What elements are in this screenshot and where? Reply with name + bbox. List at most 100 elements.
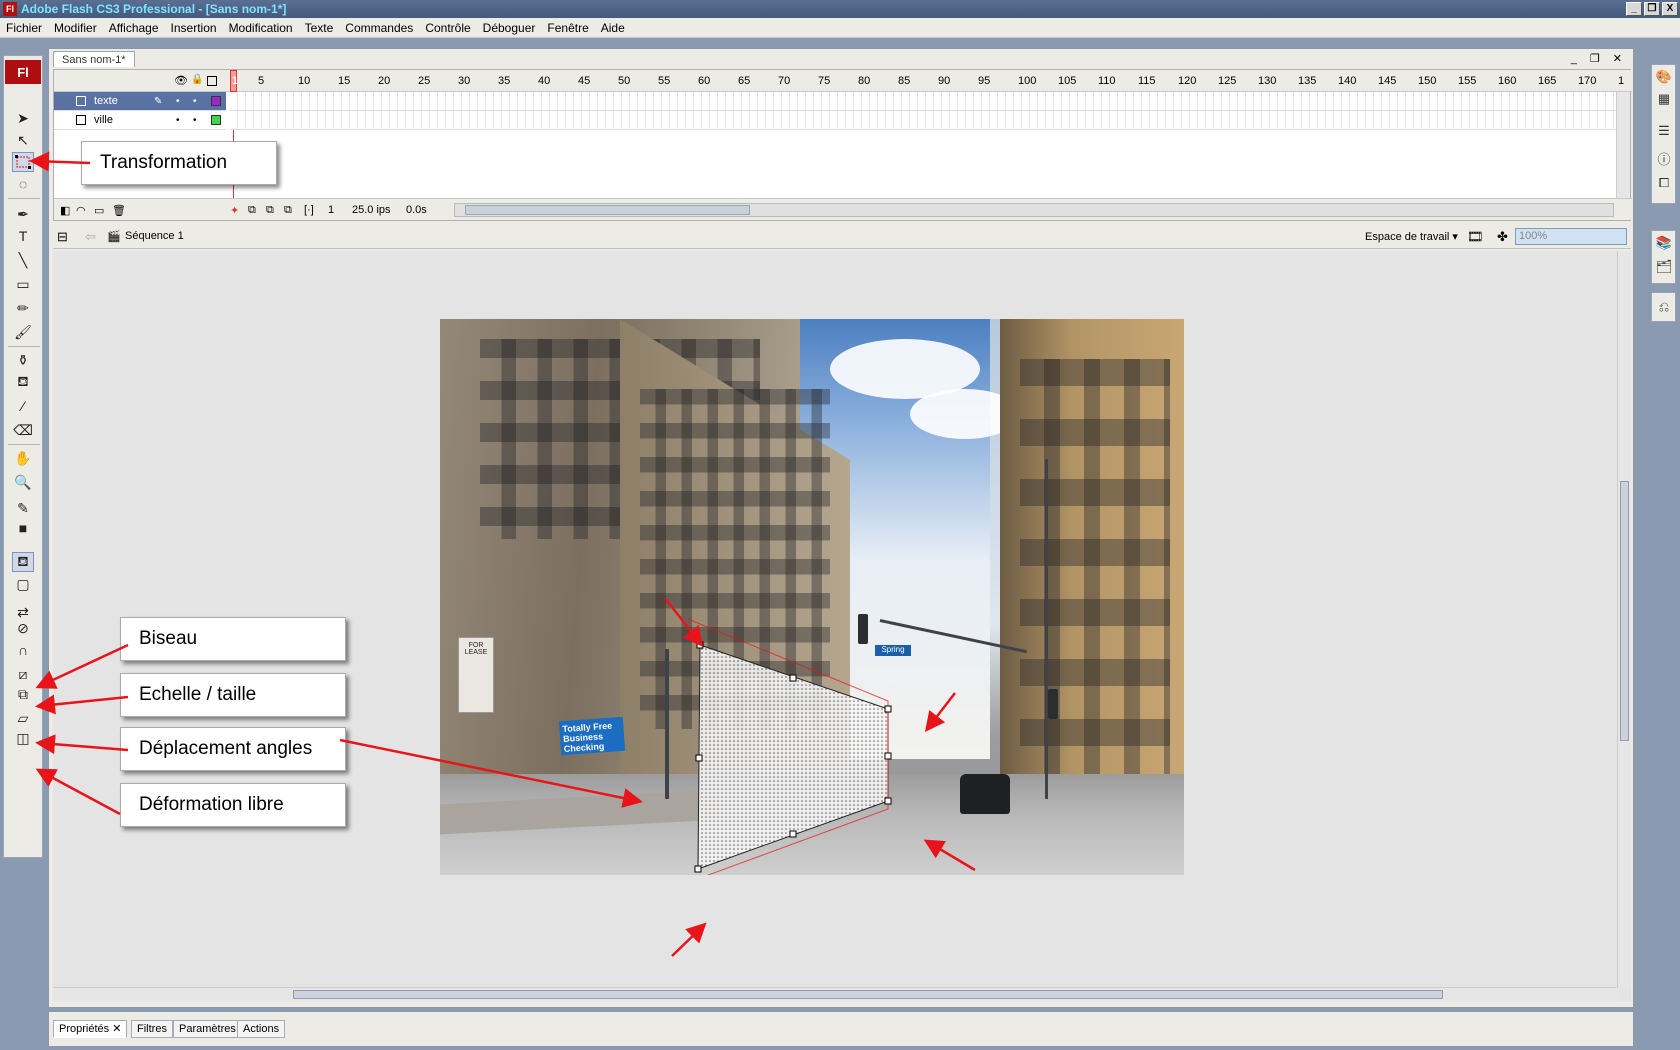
stage-vertical-scrollbar[interactable] (1617, 251, 1631, 987)
frame-tick: 155 (1458, 75, 1477, 87)
eyedropper-tool-icon[interactable]: ⁄ (12, 396, 34, 416)
tab-actions[interactable]: Actions (237, 1020, 286, 1038)
layer-ville-frames[interactable] (230, 111, 1620, 130)
movie-explorer-icon[interactable]: ⎌ (1655, 299, 1673, 315)
fill-swatch-icon[interactable]: ▢ (12, 574, 34, 594)
common-libraries-icon[interactable]: 🗂 (1655, 259, 1673, 275)
distort-icon[interactable]: ▱ (12, 708, 34, 728)
frame-tick: 110 (1098, 75, 1116, 87)
menu-fichier[interactable]: Fichier (0, 21, 48, 35)
menu-insertion[interactable]: Insertion (165, 21, 223, 35)
scene-label[interactable]: Séquence 1 (125, 230, 184, 242)
layer-texte[interactable]: texte ✎ • • (54, 92, 226, 111)
scroll-thumb[interactable] (465, 205, 750, 215)
lock-dot[interactable]: • (193, 96, 197, 107)
bucket-modifier-icon[interactable]: ⛾ (12, 552, 34, 572)
visibility-dot[interactable]: • (176, 115, 180, 126)
edit-scene-icon[interactable]: 🎞 (1467, 229, 1484, 245)
pen-tool-icon[interactable]: ✒ (12, 204, 34, 224)
tab-proprietes[interactable]: Propriétés ✕ (53, 1020, 128, 1038)
no-color-icon[interactable]: ⊘ (12, 618, 34, 638)
frame-rate[interactable]: 25.0 ips (352, 204, 391, 216)
stage-horizontal-scrollbar[interactable] (53, 987, 1617, 1001)
brush-tool-icon[interactable]: 🖌 (12, 322, 34, 342)
hand-tool-icon[interactable]: ✋ (12, 448, 34, 468)
timeline-toggle-icon[interactable]: ⊟ (57, 229, 68, 245)
tab-parametres[interactable]: Paramètres (173, 1020, 242, 1038)
menu-modification[interactable]: Modification (223, 21, 299, 35)
eraser-tool-icon[interactable]: ⌫ (12, 420, 34, 440)
outline-layers-icon[interactable] (207, 76, 217, 86)
layer-outline-color[interactable] (211, 96, 221, 106)
rotate-skew-icon[interactable]: ⧄ (12, 664, 34, 684)
onion-skin-icon[interactable]: ⧉ (248, 204, 256, 217)
timeline-horizontal-scrollbar[interactable] (454, 203, 1614, 217)
back-arrow-icon[interactable]: ⇦ (85, 229, 96, 245)
menu-texte[interactable]: Texte (299, 21, 340, 35)
menu-fenetre[interactable]: Fenêtre (541, 21, 594, 35)
tab-label: Propriétés (59, 1023, 110, 1035)
scroll-thumb[interactable] (293, 990, 1443, 999)
workspace-menu[interactable]: Espace de travail ▾ (1365, 230, 1458, 243)
rectangle-tool-icon[interactable]: ▭ (12, 274, 34, 294)
frame-tick: 120 (1178, 75, 1197, 87)
menu-affichage[interactable]: Affichage (103, 21, 165, 35)
stage-photo[interactable]: FOR LEASE Totally Free Business Checking… (440, 319, 1184, 875)
paint-bucket-tool-icon[interactable]: ⛾ (12, 372, 34, 392)
timeline-vertical-scrollbar[interactable] (1616, 92, 1630, 198)
envelope-icon[interactable]: ◫ (12, 728, 34, 748)
menu-deboguer[interactable]: Déboguer (477, 21, 542, 35)
edit-multiple-frames-icon[interactable]: ⧉ (284, 204, 292, 217)
snap-to-objects-icon[interactable]: ∩ (12, 640, 34, 660)
minimize-button[interactable]: _ (1626, 2, 1642, 16)
stroke-color-icon[interactable]: ✎ (12, 498, 34, 518)
menu-commandes[interactable]: Commandes (339, 21, 419, 35)
color-panel-icon[interactable]: 🎨 (1655, 69, 1673, 85)
delete-layer-icon[interactable]: 🗑 (112, 204, 126, 217)
menu-controle[interactable]: Contrôle (419, 21, 476, 35)
layer-ville[interactable]: ville • • (54, 111, 226, 130)
align-panel-icon[interactable]: ☰ (1655, 123, 1673, 139)
edit-symbols-icon[interactable]: ✤ (1497, 229, 1508, 245)
layer-texte-frames[interactable] (230, 92, 1620, 111)
selection-tool-icon[interactable]: ➤ (12, 108, 34, 128)
restore-button[interactable]: ❐ (1644, 2, 1660, 16)
fill-color-swatch[interactable]: ■ (12, 518, 34, 538)
lasso-tool-icon[interactable]: ◌ (12, 174, 34, 194)
layer-name: ville (94, 114, 113, 126)
tool-separator (8, 346, 40, 347)
center-frame-icon[interactable]: ✦ (230, 204, 239, 217)
lock-dot[interactable]: • (193, 115, 197, 126)
info-panel-icon[interactable]: ⓘ (1655, 149, 1673, 167)
menu-modifier[interactable]: Modifier (48, 21, 103, 35)
onion-outlines-icon[interactable]: ⧉ (266, 204, 274, 217)
document-tab[interactable]: Sans nom-1* (53, 51, 135, 67)
library-panel-icon[interactable]: 📚 (1655, 235, 1673, 251)
menu-aide[interactable]: Aide (595, 21, 631, 35)
zoom-tool-icon[interactable]: 🔍 (12, 472, 34, 492)
distorted-text-object[interactable] (440, 319, 1184, 875)
subselection-tool-icon[interactable]: ↖ (12, 130, 34, 150)
add-motion-guide-icon[interactable]: ◠ (76, 204, 86, 217)
transform-panel-icon[interactable]: ⧠ (1655, 175, 1673, 191)
zoom-select[interactable]: 100% (1515, 228, 1627, 245)
show-hide-layers-icon[interactable]: 👁 (174, 74, 188, 87)
ink-bottle-tool-icon[interactable]: ⚱ (12, 350, 34, 370)
scroll-thumb[interactable] (1620, 481, 1629, 741)
free-transform-tool-icon[interactable] (12, 152, 34, 172)
swatches-panel-icon[interactable]: ▦ (1655, 91, 1673, 107)
pencil-tool-icon[interactable]: ✏ (12, 298, 34, 318)
visibility-dot[interactable]: • (176, 96, 180, 107)
text-tool-icon[interactable]: T (12, 226, 34, 246)
insert-layer-icon[interactable]: ◧ (60, 204, 70, 217)
timeline-footer: ◧ ◠ ▭ 🗑 ✦ ⧉ ⧉ ⧉ [·] 1 25.0 ips 0.0s (54, 198, 1632, 220)
lock-layers-icon[interactable]: 🔒 (191, 74, 203, 85)
line-tool-icon[interactable]: ╲ (12, 250, 34, 270)
layer-outline-color[interactable] (211, 115, 221, 125)
close-button[interactable]: X (1662, 2, 1678, 16)
insert-folder-icon[interactable]: ▭ (94, 204, 104, 217)
scale-icon[interactable]: ⧉ (12, 684, 34, 704)
modify-onion-markers-icon[interactable]: [·] (304, 204, 314, 216)
tab-filtres[interactable]: Filtres (131, 1020, 173, 1038)
document-controls[interactable]: _ ❐ ✕ (1571, 52, 1627, 65)
